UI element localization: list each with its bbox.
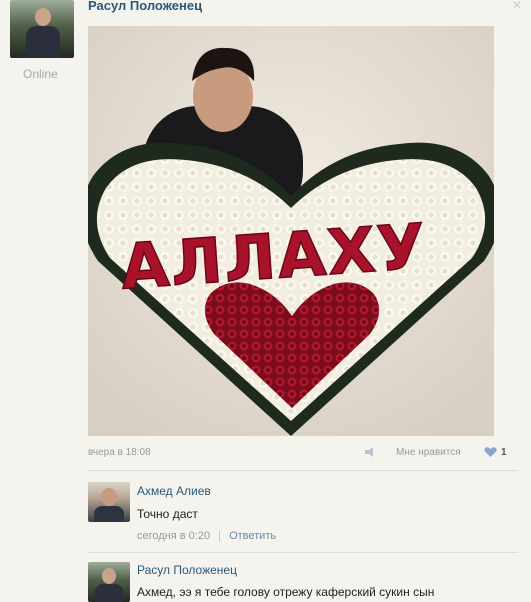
comment-author-link[interactable]: Расул Положенец [137,563,237,577]
share-icon[interactable] [363,445,377,459]
comment-author-link[interactable]: Ахмед Алиев [137,484,211,498]
comment-text: Ахмед, ээ я тебе голову отрежу каферский… [137,585,435,599]
like-button[interactable]: Мне нравится [396,447,461,458]
avatar-head [101,488,117,506]
comment-text: Точно даст [137,507,198,521]
heart-icon[interactable] [484,446,497,458]
reply-link[interactable]: Ответить [229,530,276,542]
comment-time[interactable]: сегодня в 0:20 [137,530,210,542]
post-author-link[interactable]: Расул Положенец [88,0,202,13]
author-avatar[interactable] [10,0,74,58]
online-status: Online [23,67,58,81]
comment-avatar[interactable] [88,482,130,522]
comment-avatar[interactable] [88,562,130,602]
post-timestamp[interactable]: вчера в 18:08 [88,447,151,458]
divider [88,552,518,553]
like-count: 1 [501,447,507,458]
post-meta-row: вчера в 18:08 Мне нравится 1 [88,445,518,461]
avatar-body [94,506,124,522]
avatar-head [102,568,116,584]
post-photo[interactable]: АЛЛАХУ [88,26,494,436]
avatar-head [35,8,51,26]
meta-separator: | [218,530,222,542]
close-icon[interactable]: × [506,0,528,14]
divider [88,470,518,471]
comment-meta: сегодня в 0:20 | Ответить [137,530,276,542]
avatar-body [95,584,123,602]
avatar-body [26,26,60,58]
